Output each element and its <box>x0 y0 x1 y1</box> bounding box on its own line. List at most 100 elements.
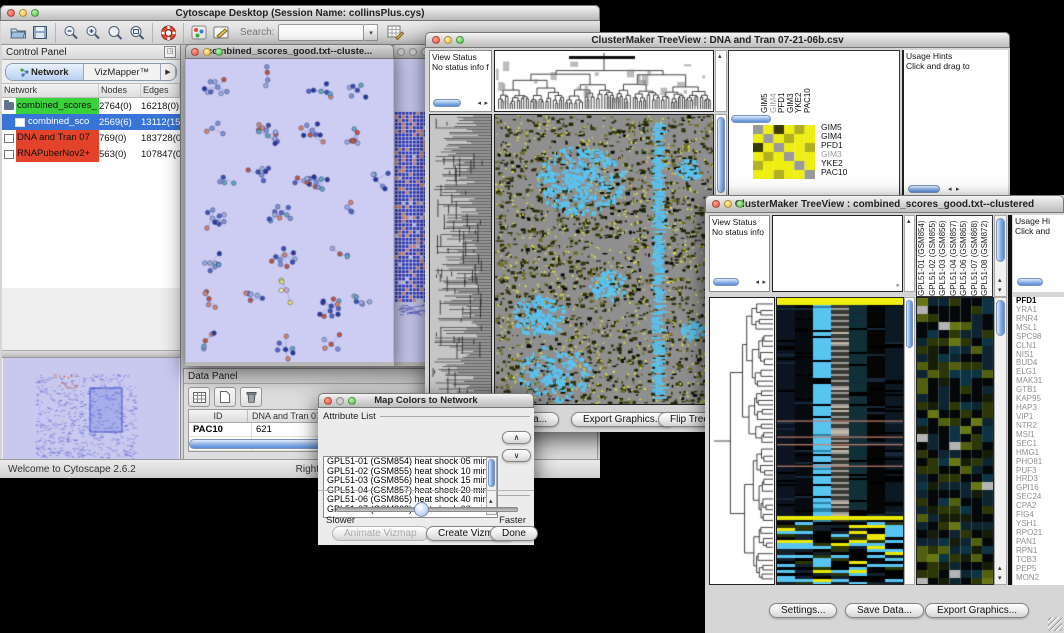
column-label[interactable]: GPL51-03 (GSM856) <box>938 216 949 296</box>
table-row[interactable]: DNA and Tran 07 769(0) 183728(0) <box>2 130 180 146</box>
minimize-button[interactable] <box>203 48 211 56</box>
new-attribute-icon[interactable] <box>214 387 236 407</box>
tab-network[interactable]: Network <box>6 64 84 80</box>
birdseye-view-canvas[interactable] <box>3 358 179 463</box>
column-label[interactable]: PAC10 <box>804 53 813 113</box>
tv2-heatmap-vscrollbar[interactable] <box>904 297 915 585</box>
scroll-thumb[interactable] <box>996 300 1005 336</box>
tv2-column-dendrogram[interactable]: ▸ <box>772 215 903 292</box>
tv1-status-scrollbar[interactable] <box>433 99 461 107</box>
float-panel-icon[interactable]: ◳ <box>164 46 176 58</box>
tv1-labels-hscrollbar[interactable] <box>731 115 771 123</box>
close-button[interactable] <box>397 48 405 56</box>
tv2-selected-matrix-canvas[interactable] <box>917 298 993 584</box>
scroll-right-icon[interactable]: ▸ <box>484 100 488 107</box>
resize-grip[interactable] <box>1048 617 1062 631</box>
minimize-button[interactable] <box>724 200 732 208</box>
col-nodes[interactable]: Nodes <box>99 84 141 97</box>
zoom-button[interactable] <box>456 36 464 44</box>
minimize-button[interactable] <box>336 397 344 405</box>
table-row[interactable]: combined_scores_ 2764(0) 16218(0) <box>2 98 180 114</box>
annotation-icon[interactable] <box>210 23 232 43</box>
tv2-heatmap-canvas[interactable] <box>777 298 903 584</box>
tv2-list-vscrollbar[interactable]: ▴ ▾ <box>994 297 1007 585</box>
select-attributes-icon[interactable] <box>188 387 210 407</box>
speed-slider-thumb[interactable] <box>414 502 429 517</box>
scroll-left-icon[interactable]: ◂ <box>755 279 759 286</box>
open-file-icon[interactable] <box>7 23 29 43</box>
table-row[interactable]: RNAPuberNov2+ 563(0) 107847(0) <box>2 146 180 162</box>
move-down-button[interactable]: ∨ <box>502 449 531 462</box>
zoom-out-icon[interactable] <box>60 23 82 43</box>
close-button[interactable] <box>712 200 720 208</box>
treeview1-titlebar[interactable]: ClusterMaker TreeView : DNA and Tran 07-… <box>425 32 1010 48</box>
scroll-thumb[interactable] <box>906 300 913 348</box>
scroll-right-icon[interactable]: ▸ <box>956 186 960 193</box>
scroll-thumb[interactable] <box>488 459 495 487</box>
tv1-hints-scrollbar[interactable] <box>908 185 940 193</box>
column-label[interactable]: GPL51-06 (GSM865) <box>959 216 970 296</box>
network1-titlebar[interactable]: combined_scores_good.txt--cluste... <box>185 44 394 59</box>
zoom-button[interactable] <box>215 48 223 56</box>
zoom-button[interactable] <box>31 9 39 17</box>
tv1-heatmap-canvas[interactable] <box>495 115 713 404</box>
scroll-down-icon[interactable]: ▾ <box>998 575 1002 582</box>
search-dropdown-icon[interactable]: ▾ <box>364 24 378 41</box>
col-edges[interactable]: Edges <box>141 84 180 97</box>
delete-attribute-icon[interactable] <box>240 387 262 407</box>
column-label[interactable]: GPL51-02 (GSM855) <box>928 216 939 296</box>
vizmapper-icon[interactable] <box>188 23 210 43</box>
scroll-left-icon[interactable]: ◂ <box>948 186 952 193</box>
col-network[interactable]: Network <box>2 84 99 97</box>
scroll-up-icon[interactable]: ▴ <box>998 277 1002 284</box>
export-graphics-button[interactable]: Export Graphics... <box>925 603 1029 618</box>
close-button[interactable] <box>324 397 332 405</box>
zoom-button[interactable] <box>348 397 356 405</box>
settings-button[interactable]: Settings... <box>769 603 837 618</box>
table-row[interactable]: combined_sco 2569(6) 13112(15) <box>2 114 180 130</box>
scroll-left-icon[interactable]: ◂ <box>477 100 481 107</box>
animate-vizmap-button[interactable]: Animate Vizmap <box>332 526 429 541</box>
minimize-button[interactable] <box>444 36 452 44</box>
scroll-up-icon[interactable]: ▴ <box>718 53 722 60</box>
tv1-vscroll-thumb[interactable] <box>717 117 725 193</box>
pane-divider[interactable] <box>1008 215 1012 585</box>
gene-label[interactable]: MON2 <box>1016 574 1064 583</box>
column-label[interactable]: GPL51-04 (GSM857) <box>949 216 960 296</box>
tv2-labels-vscrollbar[interactable]: ▴ ▾ <box>994 215 1007 297</box>
column-label[interactable]: GPL51-01 (GSM854) <box>917 216 928 296</box>
dialog-titlebar[interactable]: Map Colors to Network <box>318 393 534 408</box>
row-label[interactable]: PAC10 <box>821 168 847 177</box>
tab-overflow-arrow[interactable]: ▶ <box>161 64 176 80</box>
scroll-thumb[interactable] <box>996 218 1005 262</box>
tv1-row-dendrogram-canvas[interactable] <box>430 115 491 404</box>
close-button[interactable] <box>7 9 15 17</box>
scroll-right-icon[interactable]: ▸ <box>762 279 766 286</box>
tv1-column-dendrogram-canvas[interactable] <box>495 51 713 111</box>
network1-view-canvas[interactable] <box>186 59 393 362</box>
tv2-hints-scrollbar[interactable] <box>1017 278 1043 286</box>
minimize-button[interactable] <box>409 48 417 56</box>
column-label[interactable]: GPL51-08 (GSM872) <box>980 216 991 296</box>
help-lifering-icon[interactable] <box>157 23 179 43</box>
treeview2-titlebar[interactable]: ClusterMaker TreeView : combined_scores_… <box>705 195 1064 213</box>
close-button[interactable] <box>191 48 199 56</box>
zoom-in-icon[interactable] <box>82 23 104 43</box>
tv2-status-scrollbar[interactable] <box>713 278 739 286</box>
minimize-button[interactable] <box>19 9 27 17</box>
scroll-down-icon[interactable]: ▾ <box>998 287 1002 294</box>
zoom-button[interactable] <box>736 200 744 208</box>
move-up-button[interactable]: ∧ <box>502 431 531 444</box>
save-data-button[interactable]: Save Data... <box>845 603 924 618</box>
zoom-selected-icon[interactable] <box>126 23 148 43</box>
scroll-up-icon[interactable]: ▴ <box>489 498 493 505</box>
scroll-up-icon[interactable]: ▴ <box>998 565 1002 572</box>
attr-col-id[interactable]: ID <box>189 410 248 422</box>
tv1-selected-matrix-canvas[interactable] <box>753 125 815 179</box>
tv2-row-dendrogram-canvas[interactable] <box>710 298 774 584</box>
done-button[interactable]: Done <box>490 526 538 541</box>
search-input[interactable] <box>278 24 364 41</box>
main-titlebar[interactable]: Cytoscape Desktop (Session Name: collins… <box>0 5 600 21</box>
scroll-up-icon[interactable]: ▴ <box>907 218 911 225</box>
zoom-fit-icon[interactable] <box>104 23 126 43</box>
